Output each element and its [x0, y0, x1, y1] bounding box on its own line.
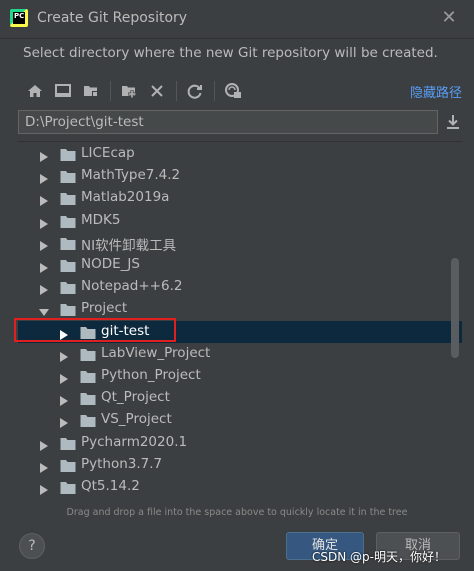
refresh-icon[interactable] — [184, 80, 206, 102]
pycharm-app-icon: PC — [10, 9, 28, 27]
tree-item[interactable]: Python_Project — [18, 365, 462, 387]
app-icon-text: PC — [13, 12, 25, 24]
tree-item[interactable]: LICEcap — [18, 143, 462, 165]
chevron-right-icon[interactable] — [58, 348, 70, 362]
title-bar: PC Create Git Repository ✕ — [0, 0, 474, 39]
folder-icon — [80, 413, 96, 428]
path-row: D:\Project\git-test — [18, 110, 462, 136]
folder-icon — [60, 236, 76, 250]
delete-icon[interactable] — [146, 80, 168, 102]
toolbar-separator — [214, 81, 215, 101]
tree-item[interactable]: NI软件卸载工具 — [18, 232, 462, 254]
chevron-right-icon[interactable] — [38, 459, 50, 473]
new-folder-icon[interactable] — [118, 80, 140, 102]
window-title: Create Git Repository — [37, 10, 188, 26]
tree-item[interactable]: Python3.7.7 — [18, 454, 462, 476]
folder-icon — [60, 147, 76, 161]
tree-item[interactable]: Matlab2019a — [18, 187, 462, 209]
home-icon[interactable] — [24, 80, 46, 102]
chevron-right-icon[interactable] — [38, 237, 50, 251]
tree-item-label: Python3.7.7 — [81, 455, 163, 472]
tree-item-label: LabView_Project — [101, 344, 211, 361]
chevron-right-icon[interactable] — [38, 437, 50, 451]
tree-item-label: Qt_Project — [101, 389, 170, 406]
folder-icon — [60, 280, 76, 295]
tree-item[interactable]: MathType7.4.2 — [18, 165, 462, 187]
folder-icon — [60, 436, 76, 450]
folder-icon — [80, 369, 96, 383]
tree-item[interactable]: VS_Project — [18, 409, 462, 431]
help-button[interactable]: ? — [19, 533, 45, 559]
chevron-right-icon[interactable] — [58, 392, 70, 407]
chevron-right-icon[interactable] — [38, 148, 50, 162]
tree-item[interactable]: Qt5.14.2 — [18, 476, 462, 498]
folder-icon — [60, 169, 76, 184]
chevron-right-icon[interactable] — [38, 192, 50, 207]
tree-item[interactable]: Notepad++6.2 — [18, 276, 462, 298]
desktop-icon[interactable] — [52, 80, 74, 102]
tree-item[interactable]: NODE_JS — [18, 254, 462, 276]
tree-item-label: LICEcap — [81, 145, 135, 161]
folder-icon — [60, 458, 76, 472]
dialog-subtitle: Select directory where the new Git repos… — [23, 45, 438, 61]
hide-path-link[interactable]: 隐藏路径 — [410, 82, 462, 101]
download-icon[interactable] — [442, 111, 464, 133]
chevron-right-icon[interactable] — [38, 281, 50, 296]
folder-icon — [60, 214, 76, 228]
chevron-right-icon[interactable] — [58, 370, 70, 384]
toolbar-separator — [176, 81, 177, 101]
tree-scrollbar[interactable] — [451, 258, 459, 358]
folder-icon — [60, 191, 76, 206]
drag-drop-hint: Drag and drop a file into the space abov… — [66, 507, 408, 518]
tree-item-label: Pycharm2020.1 — [81, 433, 188, 450]
show-hidden-files-icon[interactable] — [222, 80, 244, 102]
folder-icon — [60, 302, 76, 317]
chevron-right-icon[interactable] — [38, 259, 50, 273]
chevron-right-icon[interactable] — [38, 481, 50, 495]
path-input[interactable]: D:\Project\git-test — [18, 110, 438, 134]
chevron-down-icon[interactable] — [38, 303, 50, 317]
tree-item-label: MathType7.4.2 — [81, 167, 181, 184]
tree-item[interactable]: Pycharm2020.1 — [18, 432, 462, 454]
tree-item[interactable]: MDK5 — [18, 210, 462, 232]
tree-item-label: Python_Project — [101, 367, 201, 383]
chevron-right-icon[interactable] — [38, 215, 50, 229]
tree-item-label: Project — [81, 300, 128, 317]
project-folder-icon[interactable] — [80, 80, 102, 102]
tree-item-label: MDK5 — [81, 211, 121, 228]
tree-item-label: VS_Project — [101, 411, 172, 428]
file-chooser-toolbar: 隐藏路径 — [20, 78, 462, 104]
close-icon[interactable]: ✕ — [438, 7, 460, 29]
folder-icon — [80, 347, 96, 361]
folder-icon — [60, 258, 76, 272]
chevron-right-icon[interactable] — [38, 170, 50, 185]
tree-item-label: Matlab2019a — [81, 189, 170, 206]
annotation-highlight-box — [14, 318, 176, 342]
tree-item[interactable]: Qt_Project — [18, 387, 462, 409]
tree-item-label: Qt5.14.2 — [81, 478, 140, 494]
toolbar-separator — [110, 81, 111, 101]
folder-icon — [60, 480, 76, 494]
folder-icon — [80, 391, 96, 406]
tree-item-label: NI软件卸载工具 — [81, 237, 177, 254]
chevron-right-icon[interactable] — [58, 414, 70, 429]
tree-item-label: NODE_JS — [81, 256, 140, 272]
watermark: CSDN @p-明天，你好！ — [312, 550, 446, 564]
tree-item[interactable]: LabView_Project — [18, 343, 462, 365]
tree-item-label: Notepad++6.2 — [81, 278, 183, 295]
